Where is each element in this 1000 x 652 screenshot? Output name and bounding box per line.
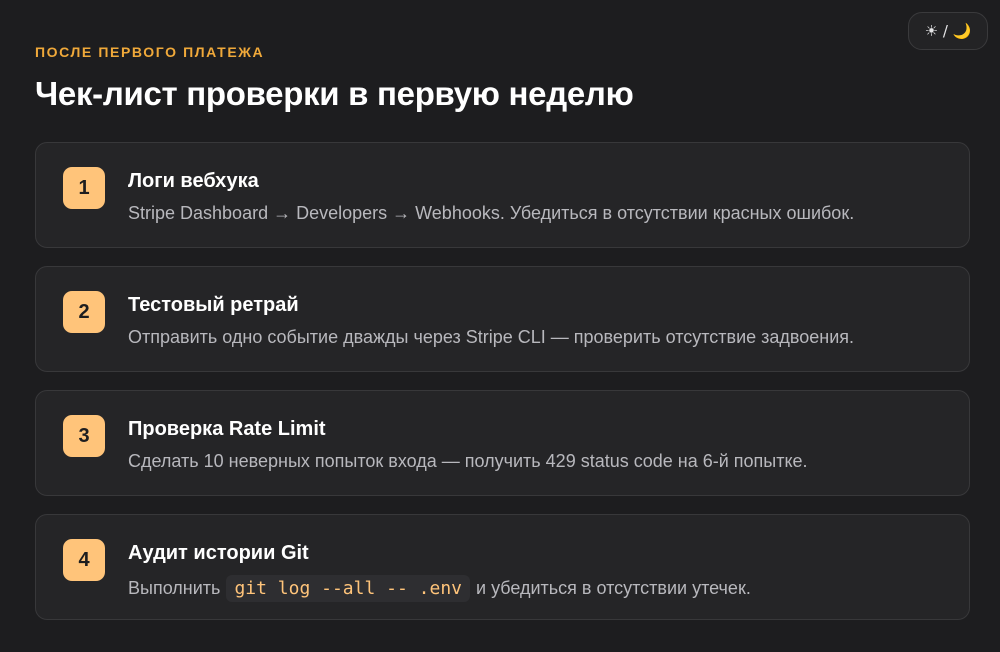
- checklist: 1 Логи вебхука Stripe Dashboard → Develo…: [35, 142, 970, 638]
- step-number-badge: 2: [63, 291, 105, 333]
- checklist-item-title: Аудит истории Git: [128, 542, 309, 564]
- checklist-item-2: 2 Тестовый ретрай Отправить одно событие…: [35, 266, 970, 372]
- theme-toggle-button[interactable]: ☀︎ / 🌙: [908, 12, 988, 50]
- checklist-item-4: 4 Аудит истории Git Выполнить git log --…: [35, 514, 970, 620]
- step-number-badge: 3: [63, 415, 105, 457]
- checklist-item-title: Проверка Rate Limit: [128, 418, 326, 440]
- page-title: Чек-лист проверки в первую неделю: [35, 75, 634, 112]
- description-before-code: Выполнить: [128, 578, 221, 598]
- checklist-item-1: 1 Логи вебхука Stripe Dashboard → Develo…: [35, 142, 970, 248]
- page: ☀︎ / 🌙 ПОСЛЕ ПЕРВОГО ПЛАТЕЖА Чек-лист пр…: [0, 0, 1000, 652]
- inline-code: git log --all -- .env: [226, 575, 471, 602]
- checklist-item-description: Отправить одно событие дважды через Stri…: [128, 327, 855, 347]
- checklist-item-description: Stripe Dashboard → Developers → Webhooks…: [128, 203, 855, 223]
- step-number-badge: 1: [63, 167, 105, 209]
- checklist-item-description: Выполнить git log --all -- .env и убедит…: [128, 575, 751, 602]
- step-number-badge: 4: [63, 539, 105, 581]
- checklist-item-title: Логи вебхука: [128, 170, 259, 192]
- eyebrow-label: ПОСЛЕ ПЕРВОГО ПЛАТЕЖА: [35, 44, 265, 60]
- description-after-code: и убедиться в отсутствии утечек.: [476, 578, 751, 598]
- checklist-item-title: Тестовый ретрай: [128, 294, 299, 316]
- checklist-item-3: 3 Проверка Rate Limit Сделать 10 неверны…: [35, 390, 970, 496]
- checklist-item-description: Сделать 10 неверных попыток входа — полу…: [128, 451, 808, 471]
